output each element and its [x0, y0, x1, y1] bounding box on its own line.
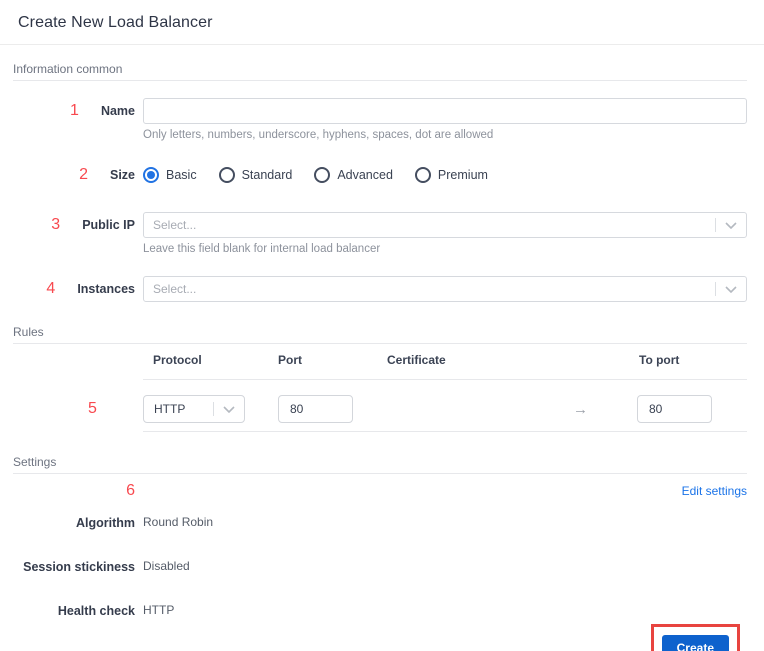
- section-rules: Rules: [13, 325, 747, 344]
- instances-select[interactable]: Select...: [143, 276, 747, 302]
- column-header-to-port: To port: [639, 353, 680, 367]
- port-input[interactable]: [278, 395, 353, 423]
- section-information-common: Information common: [13, 62, 747, 81]
- name-label: Name: [100, 104, 135, 118]
- form-content: Information common 1 Name Only letters, …: [0, 62, 764, 651]
- setting-row-algorithm: Algorithm Round Robin: [13, 514, 747, 532]
- name-input[interactable]: [143, 98, 747, 124]
- to-port-input[interactable]: [637, 395, 712, 423]
- annotation-number-4: 4: [46, 280, 56, 297]
- name-helper-text: Only letters, numbers, underscore, hyphe…: [143, 129, 494, 141]
- size-radio-basic[interactable]: Basic: [143, 167, 197, 183]
- public-ip-helper-text: Leave this field blank for internal load…: [143, 243, 381, 255]
- annotation-number-1: 1: [70, 102, 79, 119]
- instances-label: Instances: [77, 282, 135, 296]
- size-label: Size: [109, 168, 135, 182]
- public-ip-label: Public IP: [82, 218, 135, 232]
- size-radio-standard[interactable]: Standard: [218, 167, 292, 183]
- column-header-port: Port: [278, 353, 302, 367]
- size-radio-premium[interactable]: Premium: [414, 167, 488, 183]
- session-stickiness-label: Session stickiness: [23, 560, 135, 574]
- annotation-number-2: 2: [79, 166, 88, 183]
- section-settings: Settings: [13, 455, 747, 474]
- edit-settings-link[interactable]: Edit settings: [682, 484, 747, 498]
- size-radio-advanced[interactable]: Advanced: [314, 167, 393, 183]
- settings-header-row: 6 Edit settings: [13, 482, 747, 500]
- footer-row: Create: [13, 624, 747, 651]
- column-header-certificate: Certificate: [387, 353, 446, 367]
- session-stickiness-value: Disabled: [143, 559, 190, 573]
- name-row: 1 Name Only letters, numbers, underscore…: [13, 98, 747, 141]
- setting-row-health-check: Health check HTTP: [13, 602, 747, 620]
- create-button[interactable]: Create: [661, 635, 729, 651]
- rules-table: Protocol Port Certificate To port 5 HTTP: [88, 353, 747, 432]
- protocol-select[interactable]: HTTP: [143, 395, 245, 423]
- public-ip-select[interactable]: Select...: [143, 212, 747, 238]
- chevron-down-icon: [214, 405, 244, 413]
- radio-icon: [143, 167, 159, 183]
- column-header-protocol: Protocol: [153, 353, 202, 367]
- annotation-number-6: 6: [126, 482, 135, 499]
- size-row: 2 Size Basic Standard Advanced Premium: [13, 165, 747, 185]
- size-radio-group: Basic Standard Advanced Premium: [143, 165, 510, 185]
- annotation-number-3: 3: [51, 216, 61, 233]
- chevron-down-icon: [716, 285, 746, 293]
- page-title: Create New Load Balancer: [18, 14, 213, 31]
- chevron-down-icon: [716, 221, 746, 229]
- algorithm-label: Algorithm: [75, 516, 135, 530]
- algorithm-value: Round Robin: [143, 515, 214, 529]
- page-header: Create New Load Balancer: [0, 0, 764, 45]
- setting-row-session-stickiness: Session stickiness Disabled: [13, 558, 747, 576]
- annotation-highlight-box: Create: [650, 624, 740, 651]
- health-check-label: Health check: [57, 604, 135, 618]
- health-check-value: HTTP: [143, 603, 175, 617]
- radio-icon: [218, 167, 235, 183]
- instances-row: 4 Instances Select...: [13, 276, 747, 302]
- radio-icon: [414, 167, 431, 183]
- radio-icon: [314, 167, 331, 183]
- rule-row: 5 HTTP →: [88, 380, 747, 432]
- arrow-right-icon: →: [573, 400, 588, 418]
- public-ip-row: 3 Public IP Select... Leave this field b…: [13, 212, 747, 255]
- rules-header-row: Protocol Port Certificate To port: [143, 353, 747, 380]
- annotation-number-5: 5: [88, 400, 97, 417]
